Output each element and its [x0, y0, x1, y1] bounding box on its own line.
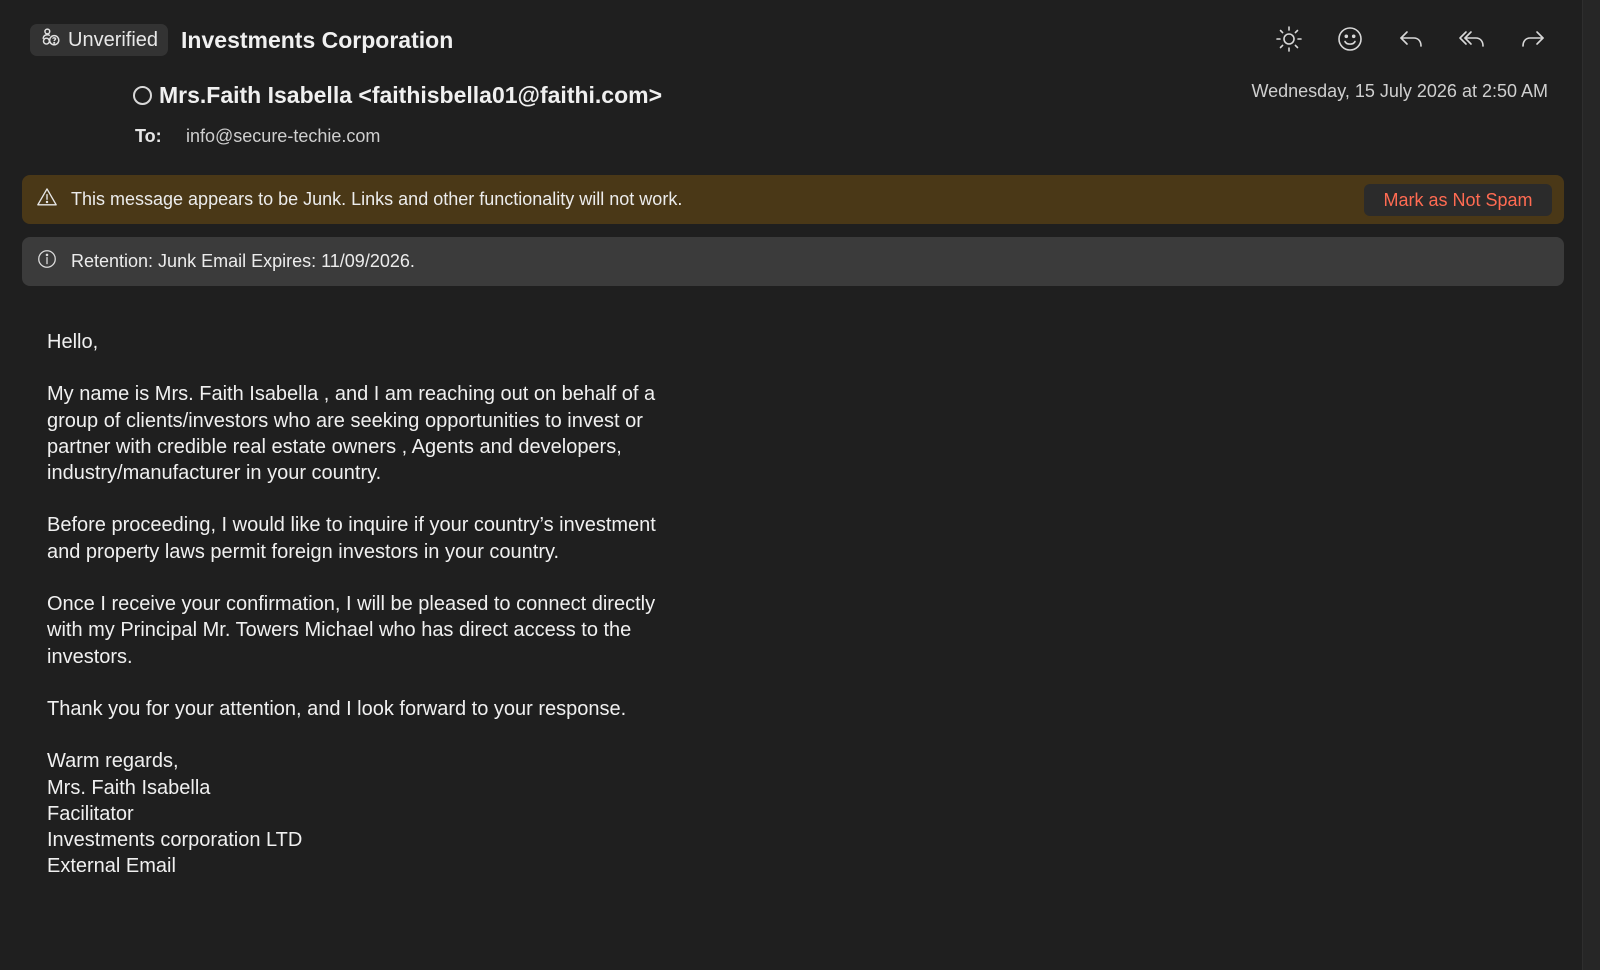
body-paragraph: Before proceeding, I would like to inqui… [47, 514, 656, 563]
scrollbar-track[interactable] [1582, 0, 1600, 970]
retention-banner: Retention: Junk Email Expires: 11/09/202… [22, 237, 1564, 286]
message-toolbar [1272, 22, 1550, 56]
mark-not-spam-button[interactable]: Mark as Not Spam [1364, 184, 1552, 216]
emoji-button[interactable] [1333, 22, 1367, 56]
header-row: Unverified Investments Corporation [30, 24, 453, 56]
to-label: To: [135, 126, 162, 146]
sender-address[interactable]: Mrs.Faith Isabella <faithisbella01@faith… [159, 82, 662, 109]
brightness-button[interactable] [1272, 22, 1306, 56]
signature-line: Facilitator [47, 802, 134, 825]
reply-button[interactable] [1394, 22, 1428, 56]
unverified-icon [40, 26, 62, 54]
signature-line: Warm regards, [47, 750, 179, 773]
forward-button[interactable] [1516, 22, 1550, 56]
warning-icon [36, 186, 58, 213]
recipient-row: To: info@secure-techie.com [135, 126, 380, 147]
unverified-badge[interactable]: Unverified [30, 24, 169, 56]
reply-icon [1400, 31, 1422, 47]
email-subject: Investments Corporation [181, 26, 454, 53]
junk-warning-banner: This message appears to be Junk. Links a… [22, 175, 1564, 224]
body-paragraph: Thank you for your attention, and I look… [47, 697, 627, 720]
body-paragraph: Once I receive your confirmation, I will… [47, 593, 656, 668]
body-greeting: Hello, [47, 331, 99, 353]
unverified-label: Unverified [68, 28, 159, 51]
message-date: Wednesday, 15 July 2026 at 2:50 AM [1251, 81, 1548, 101]
emoji-icon [1338, 27, 1362, 51]
sender-row: Mrs.Faith Isabella <faithisbella01@faith… [133, 82, 662, 109]
email-body: Hello, My name is Mrs. Faith Isabella , … [47, 329, 687, 880]
brightness-icon [1276, 26, 1302, 52]
email-reader: Unverified Investments Corporation Mrs.F… [0, 0, 1600, 970]
retention-text: Retention: Junk Email Expires: 11/09/202… [71, 251, 415, 271]
reply-all-button[interactable] [1455, 22, 1489, 56]
junk-warning-text: This message appears to be Junk. Links a… [71, 189, 683, 209]
forward-icon [1522, 31, 1544, 47]
unread-status-circle[interactable] [133, 86, 152, 105]
recipient-address[interactable]: info@secure-techie.com [186, 126, 380, 147]
signature-line: Investments corporation LTD [47, 829, 303, 852]
reply-all-icon [1459, 31, 1484, 47]
signature-line: External Email [47, 855, 176, 878]
info-icon [36, 248, 58, 275]
signature-line: Mrs. Faith Isabella [47, 776, 211, 799]
body-paragraph: My name is Mrs. Faith Isabella , and I a… [47, 383, 656, 485]
